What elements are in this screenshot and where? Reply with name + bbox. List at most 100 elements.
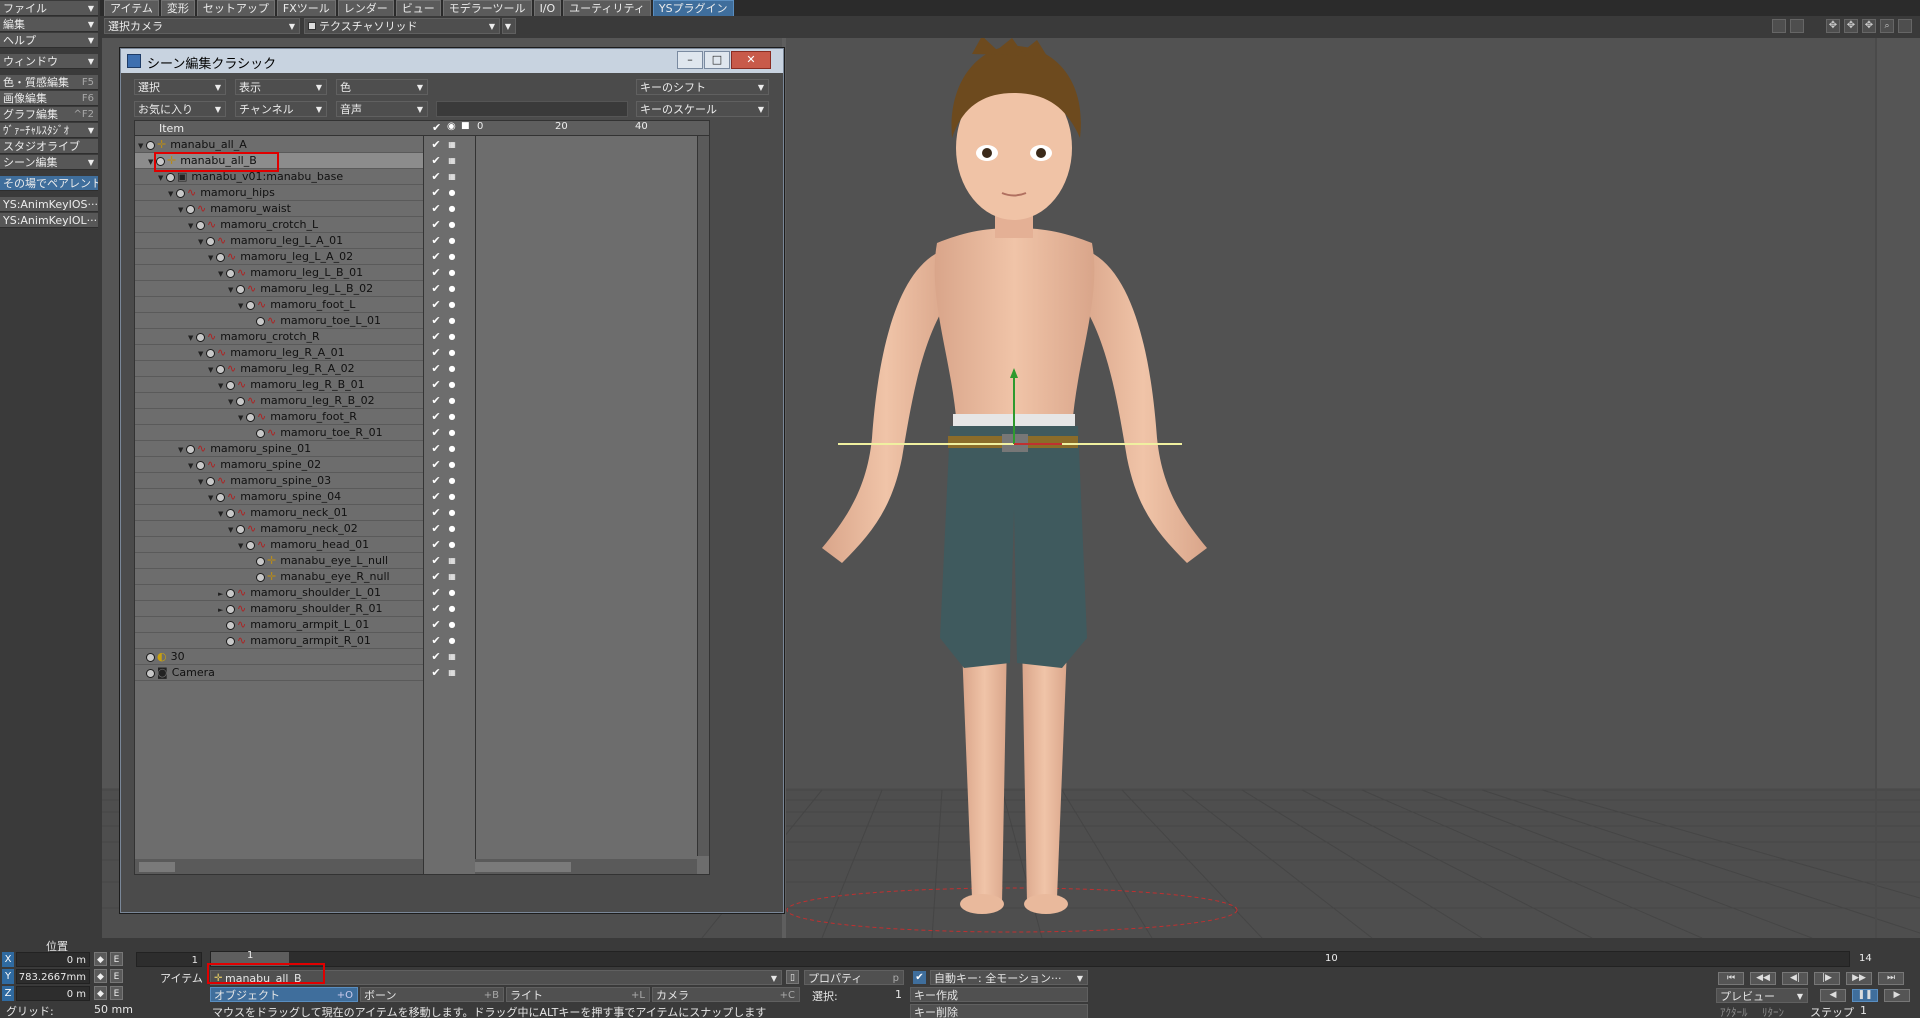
render-display-icon[interactable]: ●	[445, 201, 459, 217]
render-display-icon[interactable]: ●	[445, 345, 459, 361]
visibility-toggle-icon[interactable]	[246, 540, 255, 550]
key-shift-dropdown[interactable]: キーのシフト ▼	[636, 79, 769, 95]
render-display-icon[interactable]: ●	[445, 601, 459, 617]
visibility-toggle-icon[interactable]	[246, 300, 255, 310]
collapse-icon[interactable]: ▼	[228, 282, 236, 298]
render-display-icon[interactable]: ●	[445, 585, 459, 601]
menu-graph-editor[interactable]: グラフ編集 ^F2	[0, 107, 98, 122]
list-item[interactable]: ▼ ∿ mamoru_neck_02	[135, 521, 423, 537]
list-item[interactable]: ∿ mamoru_armpit_L_01	[135, 617, 423, 633]
list-item[interactable]: ◐ 30	[135, 649, 423, 665]
render-mode-dropdown[interactable]: テクスチャソリッド ▼	[304, 18, 500, 34]
visibility-toggle-icon[interactable]	[176, 188, 185, 198]
camera-select-dropdown[interactable]: 選択カメラ ▼	[104, 18, 300, 34]
checkmark-icon[interactable]: ✔	[429, 169, 443, 185]
list-item[interactable]: ◙ Camera	[135, 665, 423, 681]
audio-dropdown[interactable]: 音声 ▼	[336, 101, 428, 117]
render-display-icon[interactable]: ●	[445, 265, 459, 281]
render-display-icon[interactable]: ●	[445, 185, 459, 201]
x-reset-icon[interactable]: ◆	[94, 952, 107, 966]
checkmark-icon[interactable]: ✔	[429, 185, 443, 201]
menu-file[interactable]: ファイル ▼	[0, 1, 98, 16]
preview-dropdown[interactable]: プレビュー ▼	[1716, 988, 1808, 1003]
visibility-toggle-icon[interactable]	[196, 332, 205, 342]
visibility-toggle-icon[interactable]	[226, 636, 235, 646]
visibility-toggle-icon[interactable]	[186, 444, 195, 454]
render-display-icon[interactable]: ●	[445, 281, 459, 297]
favorites-dropdown[interactable]: お気に入り ▼	[134, 101, 226, 117]
list-item[interactable]: ∿ mamoru_toe_R_01	[135, 425, 423, 441]
render-display-icon[interactable]: ▦	[445, 649, 459, 665]
collapse-icon[interactable]: ▼	[198, 474, 206, 490]
list-item[interactable]: ▼ ∿ mamoru_head_01	[135, 537, 423, 553]
view-options-button[interactable]: ▼	[502, 18, 516, 34]
list-item[interactable]: ▼ ∿ mamoru_spine_03	[135, 473, 423, 489]
light-mode-button[interactable]: ライト +L	[506, 987, 650, 1002]
render-display-icon[interactable]: ●	[445, 505, 459, 521]
checkmark-icon[interactable]: ✔	[429, 505, 443, 521]
checkmark-icon[interactable]: ✔	[429, 393, 443, 409]
y-position-field[interactable]: 783.2667mm	[16, 969, 90, 984]
previous-key-icon[interactable]: ◀◀	[1750, 972, 1776, 985]
tab-4[interactable]: レンダー	[337, 0, 394, 16]
render-display-icon[interactable]: ▦	[445, 137, 459, 153]
checkmark-icon[interactable]: ✔	[429, 633, 443, 649]
visibility-toggle-icon[interactable]	[246, 412, 255, 422]
render-display-icon[interactable]: ▦	[445, 665, 459, 681]
menu-plugin-1[interactable]: YS:AnimKeyIOS···	[0, 197, 98, 212]
visibility-toggle-icon[interactable]	[146, 140, 155, 150]
checkmark-icon[interactable]: ✔	[429, 537, 443, 553]
maximize-button[interactable]: □	[704, 51, 730, 69]
collapse-icon[interactable]: ▼	[238, 538, 246, 554]
visibility-toggle-icon[interactable]	[186, 204, 195, 214]
list-item[interactable]: ▼ ✛ manabu_all_A	[135, 137, 423, 153]
render-display-icon[interactable]: ●	[445, 249, 459, 265]
camera-mode-button[interactable]: カメラ +C	[652, 987, 800, 1002]
list-item[interactable]: ▼ ∿ mamoru_leg_R_A_01	[135, 345, 423, 361]
render-display-icon[interactable]: ●	[445, 393, 459, 409]
collapse-icon[interactable]: ▼	[188, 218, 196, 234]
select-dropdown[interactable]: 選択 ▼	[134, 79, 226, 95]
first-frame-icon[interactable]: ⏮	[1718, 972, 1744, 985]
menu-help[interactable]: ヘルプ ▼	[0, 33, 98, 48]
menu-window[interactable]: ウィンドウ ▼	[0, 54, 98, 69]
checkmark-icon[interactable]: ✔	[429, 137, 443, 153]
render-display-icon[interactable]: ▦	[445, 553, 459, 569]
bone-mode-button[interactable]: ボーン +B	[360, 987, 504, 1002]
delete-key-button[interactable]: キー削除	[910, 1004, 1088, 1018]
collapse-icon[interactable]: ▼	[218, 506, 226, 522]
visibility-toggle-icon[interactable]	[146, 652, 155, 662]
list-item[interactable]: ✛ manabu_eye_L_null	[135, 553, 423, 569]
x-envelope-button[interactable]: E	[110, 952, 123, 966]
checkmark-icon[interactable]: ✔	[429, 377, 443, 393]
checkmark-icon[interactable]: ✔	[429, 345, 443, 361]
list-item[interactable]: ✛ manabu_eye_R_null	[135, 569, 423, 585]
collapse-icon[interactable]: ▼	[238, 410, 246, 426]
list-item[interactable]: ▼ ∿ mamoru_crotch_R	[135, 329, 423, 345]
render-display-icon[interactable]: ●	[445, 409, 459, 425]
color-dropdown[interactable]: 色 ▼	[336, 79, 428, 95]
checkmark-icon[interactable]: ✔	[429, 361, 443, 377]
collapse-icon[interactable]: ▼	[168, 186, 176, 202]
list-item[interactable]: ▼ ∿ mamoru_waist	[135, 201, 423, 217]
checkmark-icon[interactable]: ✔	[429, 153, 443, 169]
auto-key-checkbox[interactable]: ✔	[913, 971, 926, 984]
render-display-icon[interactable]: ●	[445, 361, 459, 377]
checkmark-icon[interactable]: ✔	[429, 201, 443, 217]
render-display-icon[interactable]: ●	[445, 441, 459, 457]
close-button[interactable]: ✕	[731, 51, 771, 69]
render-display-icon[interactable]: ●	[445, 457, 459, 473]
scene-editor-window[interactable]: シーン編集クラシック – □ ✕ 選択 ▼ 表示 ▼ 色 ▼ キーのシフト ▼ お気に入…	[120, 48, 784, 913]
list-item[interactable]: ▼ ∿ mamoru_crotch_L	[135, 217, 423, 233]
collapse-icon[interactable]: ▼	[188, 458, 196, 474]
list-item[interactable]: ▼ ∿ mamoru_leg_L_B_01	[135, 265, 423, 281]
list-item[interactable]: ▼ ∿ mamoru_leg_R_B_01	[135, 377, 423, 393]
render-display-icon[interactable]: ▦	[445, 153, 459, 169]
play-reverse-icon[interactable]: ◀	[1820, 989, 1846, 1002]
menu-scene-editor[interactable]: シーン編集 ▼	[0, 155, 98, 170]
checkmark-icon[interactable]: ✔	[429, 601, 443, 617]
menu-studio-live[interactable]: スタジオライブ	[0, 139, 98, 154]
visibility-toggle-icon[interactable]	[256, 556, 265, 566]
checkmark-icon[interactable]: ✔	[429, 297, 443, 313]
menu-virtual-studio[interactable]: ｳﾞｧｰﾁｬﾙｽﾀｼﾞｵ ▼	[0, 123, 98, 138]
